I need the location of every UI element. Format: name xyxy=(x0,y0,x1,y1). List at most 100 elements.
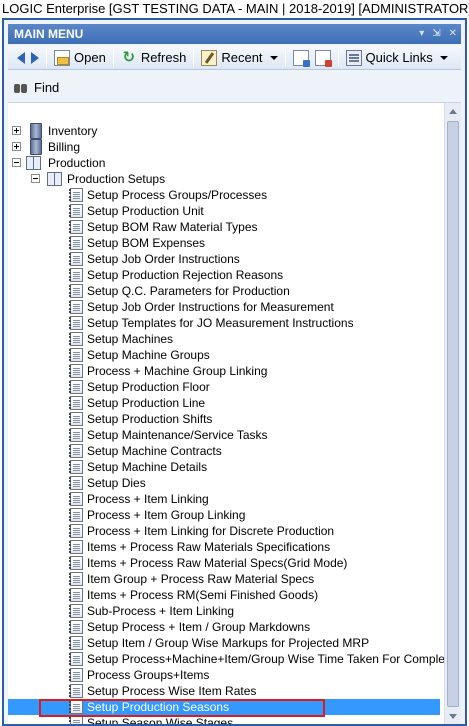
panel-dropdown-icon[interactable]: ▾ xyxy=(419,24,424,44)
tree-item[interactable]: Sub-Process + Item Linking xyxy=(8,603,440,619)
tree-item[interactable]: Item Group + Process Raw Material Specs xyxy=(8,571,440,587)
tree-item-label: Setup Production Rejection Reasons xyxy=(87,268,284,282)
page-icon xyxy=(69,620,83,634)
document-add-button[interactable] xyxy=(290,48,312,68)
tree-item-label: Process + Item Linking xyxy=(87,492,209,506)
tree-item[interactable]: Setup Season Wise Stages xyxy=(8,715,440,724)
open-button[interactable]: Open xyxy=(51,48,109,68)
panel-close-icon[interactable]: ✕ xyxy=(449,24,457,44)
tree-item[interactable]: Setup Item / Group Wise Markups for Proj… xyxy=(8,635,440,651)
recent-label: Recent xyxy=(221,50,263,65)
page-icon xyxy=(69,524,83,538)
tree-item[interactable]: Setup Machine Details xyxy=(8,459,440,475)
tree-item-label: Setup Production Unit xyxy=(87,204,204,218)
document-remove-button[interactable] xyxy=(312,48,334,68)
tree-item[interactable]: Items + Process Raw Materials Specificat… xyxy=(8,539,440,555)
tree-item[interactable]: Setup Dies xyxy=(8,475,440,491)
module-icon xyxy=(30,139,42,155)
tree-item-label: Setup Production Line xyxy=(87,396,206,410)
tree-item[interactable]: Setup Production Rejection Reasons xyxy=(8,267,440,283)
tree-item-label: Setup Production Shifts xyxy=(87,412,213,426)
page-icon xyxy=(69,204,83,218)
tree-item[interactable]: Setup BOM Expenses xyxy=(8,235,440,251)
tree-item-label: Setup BOM Raw Material Types xyxy=(87,220,258,234)
toolbar: Open ↻ Refresh Recent Quick Links xyxy=(8,46,461,70)
toolbar-separator xyxy=(284,48,286,67)
app-title-bar: LOGIC Enterprise [GST TESTING DATA - MAI… xyxy=(0,0,469,18)
page-icon xyxy=(69,364,83,378)
tree-item[interactable]: Setup Machines xyxy=(8,331,440,347)
chevron-down-icon xyxy=(439,55,448,60)
tree-group[interactable]: Production Setups xyxy=(8,171,440,187)
page-icon xyxy=(69,332,83,346)
page-icon xyxy=(69,508,83,522)
tree-item-label: Production xyxy=(48,156,106,170)
tree-item[interactable]: Items + Process Raw Material Specs(Grid … xyxy=(8,555,440,571)
toolbar-separator xyxy=(193,48,195,67)
expand-icon[interactable] xyxy=(12,142,21,151)
tree-item-label: Setup Templates for JO Measurement Instr… xyxy=(87,316,354,330)
tree-item[interactable]: Setup Job Order Instructions xyxy=(8,251,440,267)
scroll-down-icon[interactable] xyxy=(449,714,457,719)
tree-item[interactable]: Setup Machine Groups xyxy=(8,347,440,363)
back-arrow-icon xyxy=(17,51,25,64)
tree-item[interactable]: Setup Process+Machine+Item/Group Wise Ti… xyxy=(8,651,461,667)
tree-item[interactable]: Process + Item Group Linking xyxy=(8,507,440,523)
tree-item-label: Item Group + Process Raw Material Specs xyxy=(87,572,315,586)
tree-item[interactable]: Setup Production Seasons xyxy=(8,699,440,715)
forward-button[interactable] xyxy=(28,48,42,68)
tree-item[interactable]: Process + Item Linking for Discrete Prod… xyxy=(8,523,440,539)
page-icon xyxy=(69,588,83,602)
tree-item[interactable]: Setup Production Floor xyxy=(8,379,440,395)
tree-module[interactable]: Billing xyxy=(8,139,440,155)
page-icon xyxy=(69,316,83,330)
tree-item[interactable]: Setup Process + Item / Group Markdowns xyxy=(8,619,440,635)
page-icon xyxy=(69,396,83,410)
menu-tree: Inventory Billing Production Production Set… xyxy=(8,102,461,724)
panel-controls: ▾ ⇲ ✕ xyxy=(419,24,457,44)
tree-item-label: Setup Job Order Instructions xyxy=(87,252,240,266)
tree-item[interactable]: Setup Production Shifts xyxy=(8,411,440,427)
tree-item[interactable]: Setup Process Groups/Processes xyxy=(8,187,440,203)
tree-item-label: Setup Dies xyxy=(87,476,146,490)
page-icon xyxy=(69,668,83,682)
tree-item[interactable]: Setup Q.C. Parameters for Production xyxy=(8,283,440,299)
tree-item[interactable]: Setup Production Line xyxy=(8,395,440,411)
tree-item[interactable]: Setup Templates for JO Measurement Instr… xyxy=(8,315,440,331)
find-button[interactable]: Find xyxy=(8,72,461,102)
open-label: Open xyxy=(74,50,106,65)
scroll-up-icon[interactable] xyxy=(449,109,457,114)
panel-header: MAIN MENU ▾ ⇲ ✕ xyxy=(8,24,461,44)
vertical-scrollbar[interactable] xyxy=(444,103,461,724)
find-label: Find xyxy=(34,79,60,95)
scroll-thumb[interactable] xyxy=(447,121,459,707)
collapse-icon[interactable] xyxy=(12,158,21,167)
quick-links-button[interactable]: Quick Links xyxy=(343,48,451,68)
tree-module[interactable]: Inventory xyxy=(8,123,440,139)
panel-pin-icon[interactable]: ⇲ xyxy=(432,24,440,44)
collapse-icon[interactable] xyxy=(31,174,40,183)
tree-item[interactable]: Process + Machine Group Linking xyxy=(8,363,440,379)
refresh-button[interactable]: ↻ Refresh xyxy=(118,48,190,68)
tree-item-label: Sub-Process + Item Linking xyxy=(87,604,235,618)
tree-item[interactable]: Setup Production Unit xyxy=(8,203,440,219)
tree-item[interactable]: Setup Machine Contracts xyxy=(8,443,440,459)
tree-module[interactable]: Production xyxy=(8,155,440,171)
open-icon xyxy=(54,49,70,66)
tree-item[interactable]: Setup BOM Raw Material Types xyxy=(8,219,440,235)
tree-item[interactable]: Process + Item Linking xyxy=(8,491,440,507)
tree-item[interactable]: Items + Process RM(Semi Finished Goods) xyxy=(8,587,440,603)
expand-icon[interactable] xyxy=(12,126,21,135)
tree-item-label: Setup Maintenance/Service Tasks xyxy=(87,428,268,442)
tree-item-label: Setup Process+Machine+Item/Group Wise Ti… xyxy=(87,652,461,666)
tree-item[interactable]: Setup Job Order Instructions for Measure… xyxy=(8,299,440,315)
tree-item-label: Setup BOM Expenses xyxy=(87,236,206,250)
toolbar-separator xyxy=(337,48,339,67)
tree-item[interactable]: Process Groups+Items xyxy=(8,667,440,683)
back-button[interactable] xyxy=(14,48,28,68)
tree-item-label: Setup Q.C. Parameters for Production xyxy=(87,284,290,298)
tree-item[interactable]: Setup Maintenance/Service Tasks xyxy=(8,427,440,443)
tree-item[interactable]: Setup Process Wise Item Rates xyxy=(8,683,440,699)
page-icon xyxy=(69,300,83,314)
recent-button[interactable]: Recent xyxy=(198,48,280,68)
